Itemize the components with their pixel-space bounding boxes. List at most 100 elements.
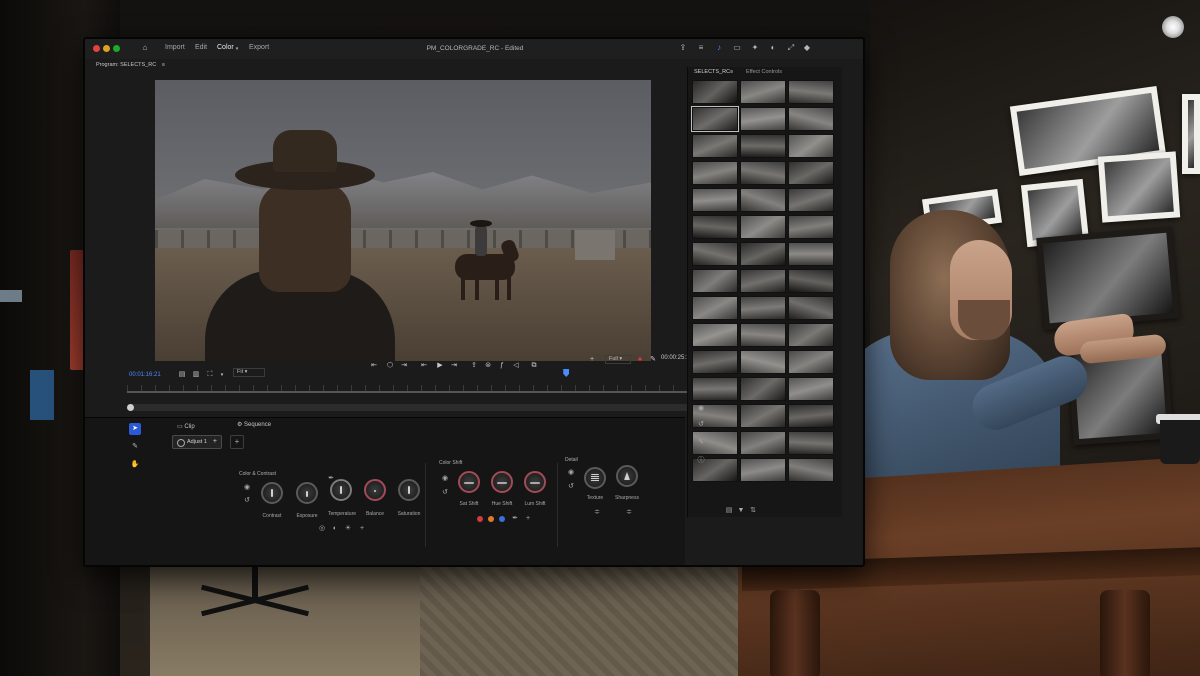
maximize-window-button[interactable] (113, 45, 120, 52)
clip-thumbnail[interactable] (740, 431, 786, 455)
close-window-button[interactable] (93, 45, 100, 52)
clip-thumbnail[interactable] (788, 215, 834, 239)
clip-thumbnail[interactable] (788, 431, 834, 455)
eye-icon[interactable]: ◉ (567, 469, 575, 477)
clip-thumbnail[interactable] (788, 296, 834, 320)
pen-tool-icon[interactable]: ✎ (129, 441, 141, 453)
color-wheel-icon[interactable]: ● (635, 355, 645, 365)
audio-icon[interactable]: ♪ (715, 44, 723, 52)
tab-sequence[interactable]: ⚙ Sequence (237, 421, 271, 428)
mark-out-icon[interactable]: ⇥ (399, 361, 409, 371)
clip-thumbnail[interactable] (740, 377, 786, 401)
clip-thumbnail[interactable] (692, 80, 738, 104)
plus-icon[interactable]: + (524, 515, 532, 523)
balance-knob[interactable] (364, 479, 386, 501)
chevron-down-icon[interactable]: ▾ (217, 370, 227, 380)
clip-thumbnail[interactable] (740, 107, 786, 131)
clip-thumbnail[interactable] (740, 296, 786, 320)
list-view-icon[interactable]: ▤ (725, 507, 733, 515)
scrollbar-left-handle[interactable] (127, 404, 134, 411)
crop-icon[interactable]: ⛶ (205, 370, 215, 380)
plus-icon[interactable]: + (358, 525, 366, 533)
contrast-knob[interactable] (261, 482, 283, 504)
zoom-select[interactable]: Fit ▾ (233, 368, 265, 377)
add-marker-icon[interactable]: ⬡ (385, 361, 395, 371)
clip-thumbnail[interactable] (788, 404, 834, 428)
clip-thumbnail[interactable] (740, 242, 786, 266)
eye-icon[interactable]: ◉ (441, 475, 449, 483)
clip-thumbnail[interactable] (788, 458, 834, 482)
captions-icon[interactable]: ▭ (733, 44, 741, 52)
eyedropper-icon[interactable]: ✒ (511, 515, 519, 523)
overwrite-icon[interactable]: ⊜ (483, 361, 493, 371)
playback-quality-select[interactable]: Full ▾ (605, 355, 631, 364)
clip-thumbnail[interactable] (692, 350, 738, 374)
current-timecode[interactable]: 00:01:16:21 (129, 372, 161, 378)
go-to-out-icon[interactable]: ⇥ (449, 361, 459, 371)
add-adjustment-button[interactable]: + (230, 435, 244, 449)
zoom-scrollbar[interactable] (127, 404, 701, 411)
plus-icon[interactable]: + (213, 436, 217, 448)
nav-import[interactable]: Import (165, 44, 185, 51)
timeline-ruler[interactable] (127, 369, 701, 395)
adjustment-chip[interactable]: Adjust 1 + (172, 435, 222, 449)
clip-thumbnail[interactable] (740, 161, 786, 185)
program-viewer[interactable] (155, 80, 651, 361)
clip-thumbnail[interactable] (788, 161, 834, 185)
clip-thumbnail[interactable] (692, 377, 738, 401)
reset-icon[interactable]: ↺ (697, 421, 705, 429)
minimize-window-button[interactable] (103, 45, 110, 52)
clip-thumbnail[interactable] (788, 107, 834, 131)
safe-margins-icon[interactable]: ▤ (177, 370, 187, 380)
panel-menu-icon[interactable]: ≡ (162, 62, 165, 68)
chevron-down-icon[interactable]: ▾ (233, 45, 241, 53)
exposure-knob[interactable] (296, 482, 318, 504)
panel-menu-icon[interactable]: ≡ (730, 69, 733, 75)
reset-icon[interactable]: ↺ (243, 497, 251, 505)
compare-icon[interactable]: ⧉ (529, 361, 539, 371)
info-icon[interactable]: ⓘ (697, 457, 705, 465)
mark-in-icon[interactable]: ⇤ (369, 361, 379, 371)
reset-icon[interactable]: ↺ (441, 489, 449, 497)
sort-icon[interactable]: ⇅ (749, 507, 757, 515)
lum-shift-knob[interactable] (524, 471, 546, 493)
clip-thumbnail[interactable] (692, 161, 738, 185)
clip-thumbnail[interactable] (788, 188, 834, 212)
contrast-icon[interactable]: ◐ (331, 525, 339, 533)
eye-icon[interactable]: ◉ (697, 405, 705, 413)
clip-thumbnail[interactable] (788, 134, 834, 158)
clip-thumbnail[interactable] (788, 242, 834, 266)
volume-icon[interactable]: ◐ (769, 44, 777, 52)
color-wheels-icon[interactable]: ◎ (318, 525, 326, 533)
blue-swatch[interactable] (499, 516, 505, 522)
selection-arrow-icon[interactable]: ➤ (129, 423, 141, 435)
clip-thumbnail[interactable] (788, 269, 834, 293)
notifications-icon[interactable]: ◆ (803, 44, 811, 52)
expand-icon[interactable]: ⤢ (787, 44, 795, 52)
sharpness-knob[interactable] (616, 465, 638, 487)
volume-icon[interactable]: ◁ (511, 361, 521, 371)
tab-effect-controls[interactable]: Effect Controls (746, 69, 782, 75)
clip-thumbnail[interactable] (788, 323, 834, 347)
playhead[interactable] (563, 369, 570, 377)
clip-thumbnail[interactable] (692, 242, 738, 266)
play-icon[interactable]: ▶ (435, 361, 445, 371)
insert-icon[interactable]: ⇪ (469, 361, 479, 371)
eye-icon[interactable]: ◉ (243, 484, 251, 492)
wrench-icon[interactable]: ✎ (648, 355, 658, 365)
clip-thumbnail[interactable] (740, 458, 786, 482)
texture-knob[interactable] (584, 467, 606, 489)
sliders-icon[interactable]: ≑ (593, 509, 601, 517)
clip-thumbnail[interactable] (740, 134, 786, 158)
sat-shift-knob[interactable] (458, 471, 480, 493)
export-frame-icon[interactable]: ƒ (497, 361, 507, 371)
filter-icon[interactable]: ▼ (737, 507, 745, 515)
clip-thumbnail[interactable] (692, 296, 738, 320)
nav-color[interactable]: Color (217, 44, 234, 51)
clip-thumbnail[interactable] (740, 269, 786, 293)
plus-icon[interactable]: + (587, 355, 597, 365)
share-icon[interactable]: ⇪ (679, 44, 687, 52)
tab-selects-rc[interactable]: SELECTS_RC (694, 69, 730, 75)
clip-thumbnail[interactable] (788, 350, 834, 374)
reset-icon[interactable]: ↺ (567, 483, 575, 491)
